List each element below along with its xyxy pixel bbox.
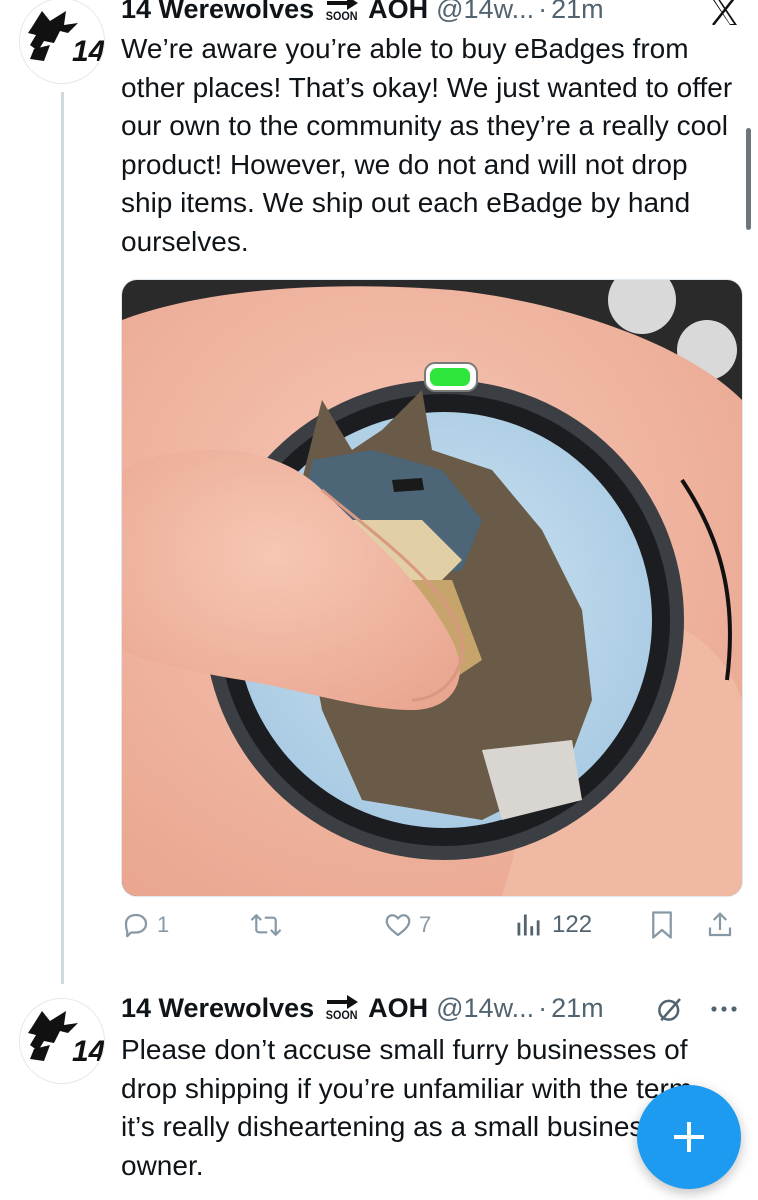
retweet-icon	[250, 913, 282, 937]
user-handle[interactable]: @14w...	[436, 0, 534, 24]
bookmark-button[interactable]	[649, 910, 675, 940]
soon-label: SOON	[326, 1008, 359, 1022]
separator-dot: ·	[538, 993, 548, 1023]
arrow-right-icon	[327, 995, 359, 1009]
slash-circle-icon	[658, 998, 681, 1022]
soon-label: SOON	[326, 9, 359, 23]
avatar[interactable]: 14	[19, 0, 105, 84]
views-button[interactable]: 122	[514, 910, 592, 940]
wolf-logo-icon: 14	[20, 999, 104, 1083]
plus-icon	[674, 1122, 704, 1152]
tweet-text: Please don’t accuse small furry business…	[121, 1034, 700, 1181]
reply-count: 1	[157, 912, 170, 937]
tweet-media-image[interactable]	[121, 279, 743, 897]
like-count: 7	[419, 912, 432, 937]
tweet-text: We’re aware you’re able to buy eBadges f…	[121, 33, 733, 257]
close-button[interactable]	[704, 0, 744, 28]
wolf-logo-icon: 14	[20, 0, 104, 83]
bookmark-icon	[652, 911, 672, 939]
separator-dot: ·	[538, 0, 548, 24]
heart-icon	[385, 914, 411, 937]
share-button[interactable]	[705, 910, 735, 940]
share-icon	[708, 912, 732, 937]
soon-badge: SOON	[324, 995, 360, 1021]
suffix-name: AOH	[368, 993, 429, 1023]
retweet-button[interactable]	[249, 910, 289, 940]
compose-button[interactable]	[637, 1085, 741, 1189]
avatar[interactable]: 14	[19, 998, 105, 1084]
suffix-name: AOH	[368, 0, 429, 24]
view-count: 122	[552, 911, 593, 938]
grok-button[interactable]	[652, 993, 688, 1025]
more-options-button[interactable]	[704, 993, 744, 1025]
svg-text:14: 14	[72, 1035, 104, 1068]
tweet-header: 14 Werewolves SOON AOH @14w... · 21m	[121, 0, 604, 24]
reply-icon	[124, 913, 148, 938]
reply-button[interactable]: 1	[121, 910, 169, 940]
more-dots-icon	[711, 1006, 737, 1012]
svg-text:14: 14	[72, 35, 104, 68]
thread-connector-line	[61, 92, 64, 984]
scrollbar[interactable]	[746, 128, 751, 230]
display-name[interactable]: 14 Werewolves	[121, 0, 314, 24]
soon-badge: SOON	[324, 0, 360, 22]
timestamp[interactable]: 21m	[551, 993, 604, 1023]
timestamp[interactable]: 21m	[551, 0, 604, 24]
views-chart-icon	[517, 914, 540, 936]
user-handle[interactable]: @14w...	[436, 993, 534, 1023]
ebadge-photo	[122, 280, 742, 896]
x-logo-icon	[712, 0, 737, 25]
like-button[interactable]: 7	[383, 910, 431, 940]
tweet-header: 14 Werewolves SOON AOH @14w... · 21m	[121, 993, 604, 1023]
display-name[interactable]: 14 Werewolves	[121, 993, 314, 1023]
tweet-actions: 1 7 122	[121, 910, 741, 950]
